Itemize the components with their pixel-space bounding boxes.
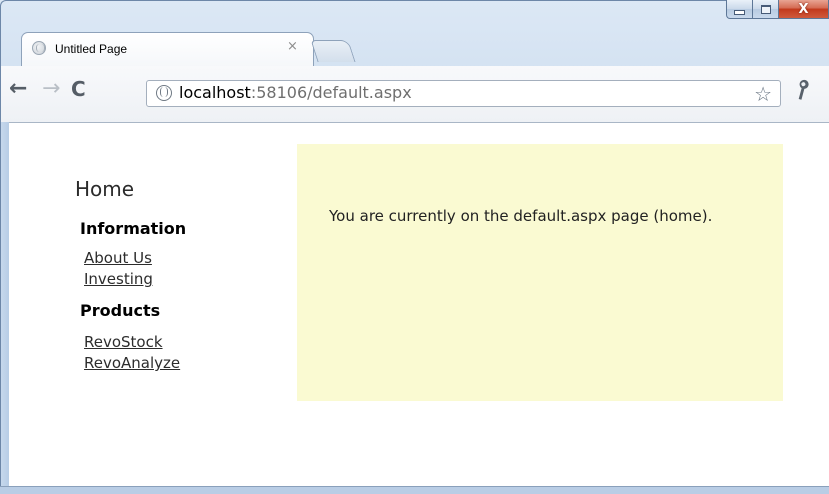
minimize-button[interactable] xyxy=(726,0,753,19)
url-path: :58106/default.aspx xyxy=(250,83,412,102)
main-message: You are currently on the default.aspx pa… xyxy=(329,207,713,225)
back-button[interactable]: ← xyxy=(9,78,27,100)
wrench-menu-icon[interactable] xyxy=(788,77,818,109)
address-bar[interactable]: localhost:58106/default.aspx ☆ xyxy=(146,80,781,107)
window-bottom-edge xyxy=(0,486,829,494)
maximize-button[interactable] xyxy=(753,0,779,19)
maximize-icon xyxy=(760,4,771,14)
tab-untitled-page[interactable]: Untitled Page × xyxy=(21,32,314,67)
nav-link-revoanalyze[interactable]: RevoAnalyze xyxy=(84,354,180,372)
section-title-information: Information xyxy=(80,219,187,238)
bookmark-star-icon[interactable]: ☆ xyxy=(754,82,772,106)
url-text[interactable]: localhost:58106/default.aspx xyxy=(179,83,412,102)
browser-toolbar: ← → C localhost:58106/default.aspx ☆ xyxy=(1,66,829,123)
reload-button[interactable]: C xyxy=(71,78,86,100)
page-content: Home Information About Us Investing Prod… xyxy=(9,123,829,487)
close-window-button[interactable]: X xyxy=(779,0,829,19)
main-content-panel: You are currently on the default.aspx pa… xyxy=(297,144,783,401)
minimize-icon xyxy=(734,9,745,15)
tab-title: Untitled Page xyxy=(55,42,128,56)
nav-link-investing[interactable]: Investing xyxy=(84,270,153,288)
sidebar-heading: Home xyxy=(75,177,135,201)
url-host: localhost xyxy=(179,83,251,102)
forward-button[interactable]: → xyxy=(42,78,60,100)
globe-icon xyxy=(32,41,46,55)
section-title-products: Products xyxy=(80,301,161,320)
new-tab-button[interactable] xyxy=(310,40,356,62)
globe-icon xyxy=(156,85,172,101)
tab-close-button[interactable]: × xyxy=(287,39,298,54)
wrench-icon xyxy=(798,79,809,100)
window-controls: X xyxy=(726,0,829,20)
nav-link-revostock[interactable]: RevoStock xyxy=(84,333,163,351)
window-left-edge xyxy=(0,122,9,494)
nav-link-about-us[interactable]: About Us xyxy=(84,249,152,267)
close-icon: X xyxy=(798,1,809,17)
